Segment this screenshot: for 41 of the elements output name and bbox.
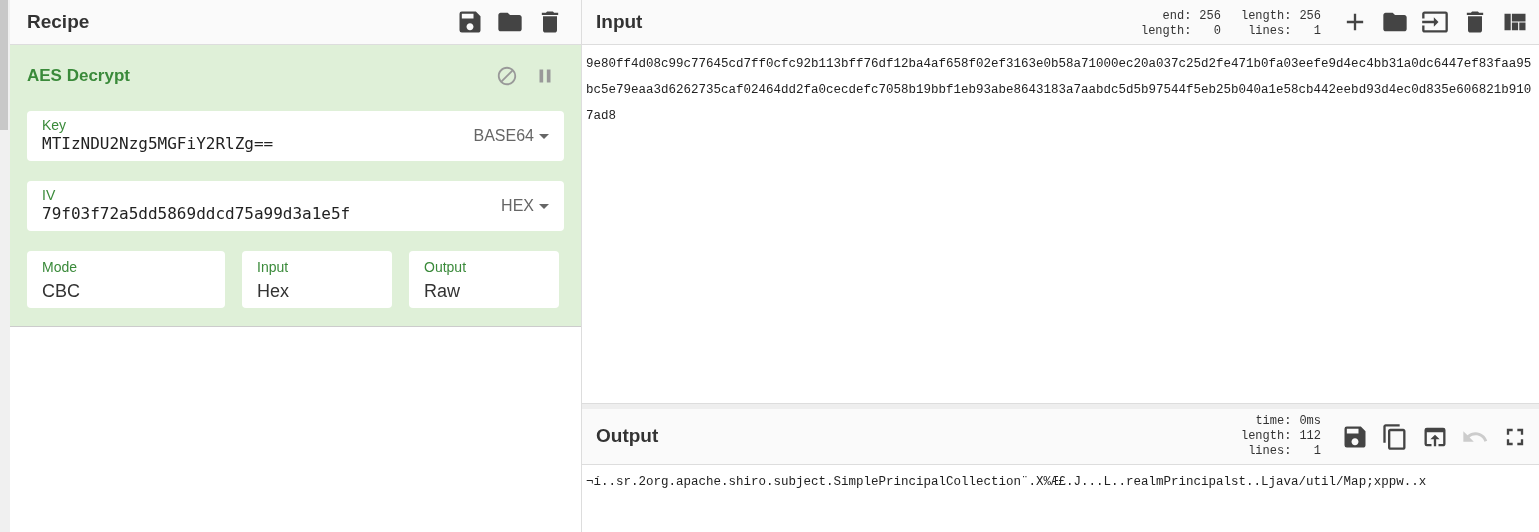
panel-title: Recipe — [27, 9, 90, 34]
argument-field[interactable]: Key MTIzNDU2Nzg5MGFiY2RlZg== BASE64 — [27, 111, 564, 161]
argument-field[interactable]: IV 79f03f72a5dd5869ddcd75a99d3a1e5f HEX — [27, 181, 564, 231]
stat-value: 1 — [1312, 444, 1321, 459]
stat-value: 1 — [1312, 24, 1321, 39]
caret-icon — [539, 203, 549, 209]
stat-value: 256 — [1299, 9, 1321, 24]
copy-icon[interactable] — [1381, 422, 1409, 451]
option-field[interactable]: Mode CBC — [27, 251, 225, 308]
stat-value: 112 — [1299, 429, 1321, 444]
stat-value: 0ms — [1299, 414, 1321, 429]
format-dropdown[interactable]: HEX — [501, 194, 549, 218]
field-label: Input — [257, 258, 290, 277]
format-dropdown[interactable]: BASE64 — [473, 124, 549, 148]
panel-title: Input — [596, 9, 643, 34]
field-value: 79f03f72a5dd5869ddcd75a99d3a1e5f — [42, 203, 351, 225]
scrollbar[interactable] — [0, 0, 8, 130]
field-label: Mode — [42, 258, 79, 277]
field-value: Hex — [257, 280, 290, 303]
option-field[interactable]: Output Raw — [409, 251, 559, 308]
field-value: MTIzNDU2Nzg5MGFiY2RlZg== — [42, 133, 274, 155]
stat-label: length: — [1240, 429, 1292, 444]
operation-title: AES Decrypt — [27, 65, 130, 88]
stat-label: length: — [1140, 24, 1192, 39]
panel-title: Output — [596, 424, 659, 449]
stat-label: length: — [1240, 9, 1292, 24]
option-field[interactable]: Input Hex — [242, 251, 392, 308]
field-label: Output — [424, 258, 468, 277]
stat-label: lines: — [1247, 444, 1292, 459]
caret-icon — [539, 133, 549, 139]
stat-value: 256 — [1199, 9, 1221, 24]
stat-label: time: — [1254, 414, 1292, 429]
field-label: Key — [42, 117, 68, 133]
stat-value: 0 — [1212, 24, 1221, 39]
field-value: CBC — [42, 280, 81, 303]
stat-label: end: — [1161, 9, 1192, 24]
field-label: IV — [42, 187, 57, 203]
field-value: Raw — [424, 280, 461, 303]
input-text[interactable]: 9e80ff4d08c99c77645cd7ff0cfc92b113bff76df12ba4af658f02ef3163e0b58a71000ec20a037c25d2fe471b0fa03eefe9d4ec4bb31a0dc6447ef83faa95bc5e79eaa3d6262735caf02464dd2fa0cecdefc7058b19bbf1eb93abe8643183a7aabdc5d5b97544f5eb25b040a1e58cb442eebd93d4ec0d835e606821b9107ad8 — [586, 51, 1535, 129]
output-text: ¬í..sr.2org.apache.shiro.subject.SimplePrincipalCollection¨.X%Æ£.J...L..realmPrincipalst..Ljava/util/Map;xppw..x — [586, 474, 1428, 491]
stat-label: lines: — [1247, 24, 1292, 39]
